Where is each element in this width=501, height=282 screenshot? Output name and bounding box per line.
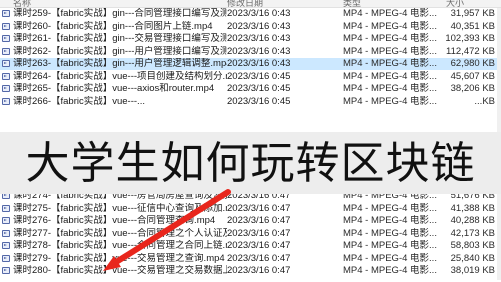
file-date: 2023/3/16 0:45 [227,70,291,82]
file-date: 2023/3/16 0:47 [227,265,291,277]
file-size: 112,472 KB [446,45,495,57]
video-file-icon [2,217,10,225]
video-file-icon [2,254,10,262]
file-size: 45,607 KB [450,70,495,82]
file-row[interactable]: 课时277-【fabric实战】vue---合同管理之个人认证及房屋认证...2… [0,228,501,240]
file-date: 2023/3/16 0:47 [227,240,291,252]
file-row[interactable]: 课时262-【fabric实战】gin---用户管理接口编写及测试.mp4202… [0,46,501,58]
video-file-icon [2,267,10,275]
file-date: 2023/3/16 0:43 [227,8,291,19]
file-row[interactable]: 课时276-【fabric实战】vue---合同管理查询.mp4 2023/3/1… [0,215,501,227]
file-name: 课时262-【fabric实战】gin---用户管理接口编写及测试.mp4 [13,45,227,57]
file-date: 2023/3/16 0:47 [227,202,291,214]
file-date: 2023/3/16 0:47 [227,215,291,227]
file-row[interactable]: 课时279-【fabric实战】vue---交易管理之查询.mp4 2023/3/… [0,253,501,265]
file-date: 2023/3/16 0:43 [227,33,291,45]
file-size: 58,803 KB [450,240,495,252]
file-size: 41,388 KB [450,202,495,214]
video-file-icon [2,85,10,93]
video-file-icon [2,22,10,30]
video-file-icon [2,97,10,105]
column-type-header[interactable]: 类型 [343,0,361,7]
file-row[interactable]: 课时260-【fabric实战】gin---合同图片上链.mp4 2023/3/1… [0,21,501,33]
file-row[interactable]: 课时265-【fabric实战】vue---axios和router.mp4 20… [0,83,501,95]
file-date: 2023/3/16 0:43 [227,45,291,57]
file-name: 课时263-【fabric实战】gin---用户管理逻辑调整.mp4 [13,58,227,70]
file-date: 2023/3/16 0:45 [227,95,291,107]
file-type: MP4 - MPEG-4 电影... [343,215,437,227]
video-file-icon [2,72,10,80]
column-size-header[interactable]: 大小 [446,0,464,7]
file-name: 课时280-【fabric实战】vue---交易管理之交易数据上链.mp4 [13,265,227,277]
file-row[interactable]: 课时259-【fabric实战】gin---合同管理接口编写及测试.mp4202… [0,8,501,20]
video-file-icon [2,10,10,17]
file-type: MP4 - MPEG-4 电影... [343,240,437,252]
file-size: 38,206 KB [450,83,495,95]
file-name: 课时261-【fabric实战】gin---交易管理接口编写及测试.mp4 [13,33,227,45]
file-type: MP4 - MPEG-4 电影... [343,95,437,107]
file-size: ...KB [474,95,495,107]
file-name: 课时278-【fabric实战】vue---合同管理之合同上链.mp4 [13,240,227,252]
file-type: MP4 - MPEG-4 电影... [343,58,437,70]
file-name: 课时260-【fabric实战】gin---合同图片上链.mp4 [13,20,213,32]
file-row[interactable]: 课时278-【fabric实战】vue---合同管理之合同上链.mp4 2023/… [0,240,501,252]
file-size: 38,019 KB [450,265,495,277]
file-name: 课时276-【fabric实战】vue---合同管理查询.mp4 [13,215,216,227]
file-row[interactable]: 课时280-【fabric实战】vue---交易管理之交易数据上链.mp4202… [0,265,501,277]
video-file-icon [2,229,10,237]
video-file-icon [2,35,10,43]
file-size: 25,840 KB [450,252,495,264]
file-row[interactable]: 课时261-【fabric实战】gin---交易管理接口编写及测试.mp4202… [0,33,501,45]
file-type: MP4 - MPEG-4 电影... [343,202,437,214]
file-name: 课时266-【fabric实战】vue---... [13,95,145,107]
file-type: MP4 - MPEG-4 电影... [343,265,437,277]
video-file-icon [2,60,10,68]
file-type: MP4 - MPEG-4 电影... [343,83,437,95]
file-type: MP4 - MPEG-4 电影... [343,252,437,264]
file-size: 40,351 KB [450,20,495,32]
file-row[interactable]: 课时264-【fabric实战】vue---项目创建及结构划分.mp4 2023/… [0,71,501,83]
file-type: MP4 - MPEG-4 电影... [343,45,437,57]
file-size: 102,393 KB [445,33,495,45]
file-type: MP4 - MPEG-4 电影... [343,70,437,82]
file-name: 课时259-【fabric实战】gin---合同管理接口编写及测试.mp4 [13,8,227,19]
column-date-header[interactable]: 修改日期 [227,0,263,7]
file-row[interactable]: 课时275-【fabric实战】vue---征信中心查询及添加.mp4 2023/… [0,203,501,215]
file-type: MP4 - MPEG-4 电影... [343,33,437,45]
video-file-icon [2,47,10,55]
file-date: 2023/3/16 0:43 [227,58,291,70]
file-size: 42,173 KB [450,227,495,239]
file-date: 2023/3/16 0:45 [227,83,291,95]
video-file-icon [2,242,10,250]
file-name: 课时277-【fabric实战】vue---合同管理之个人认证及房屋认证... [13,227,227,239]
file-type: MP4 - MPEG-4 电影... [343,20,437,32]
file-name: 课时279-【fabric实战】vue---交易管理之查询.mp4 [13,252,225,264]
file-name: 课时265-【fabric实战】vue---axios和router.mp4 [13,83,215,95]
file-row[interactable]: 课时263-【fabric实战】gin---用户管理逻辑调整.mp4 2023/3… [0,58,501,71]
column-header: 名称 修改日期 类型 大小 [0,0,501,8]
file-name: 课时275-【fabric实战】vue---征信中心查询及添加.mp4 [13,202,227,214]
file-name: 课时264-【fabric实战】vue---项目创建及结构划分.mp4 [13,70,227,82]
file-row[interactable]: 课时266-【fabric实战】vue---... 2023/3/16 0:45 M… [0,96,501,108]
file-size: 40,288 KB [450,215,495,227]
video-file-icon [2,204,10,212]
file-date: 2023/3/16 0:47 [227,227,291,239]
file-type: MP4 - MPEG-4 电影... [343,8,437,19]
file-date: 2023/3/16 0:43 [227,20,291,32]
file-size: 62,980 KB [450,58,495,70]
file-type: MP4 - MPEG-4 电影... [343,227,437,239]
file-size: 31,957 KB [450,8,495,19]
file-date: 2023/3/16 0:47 [227,252,291,264]
overlay-title: 大学生如何玩转区块链 [25,138,476,189]
column-name-header[interactable]: 名称 [13,0,31,7]
